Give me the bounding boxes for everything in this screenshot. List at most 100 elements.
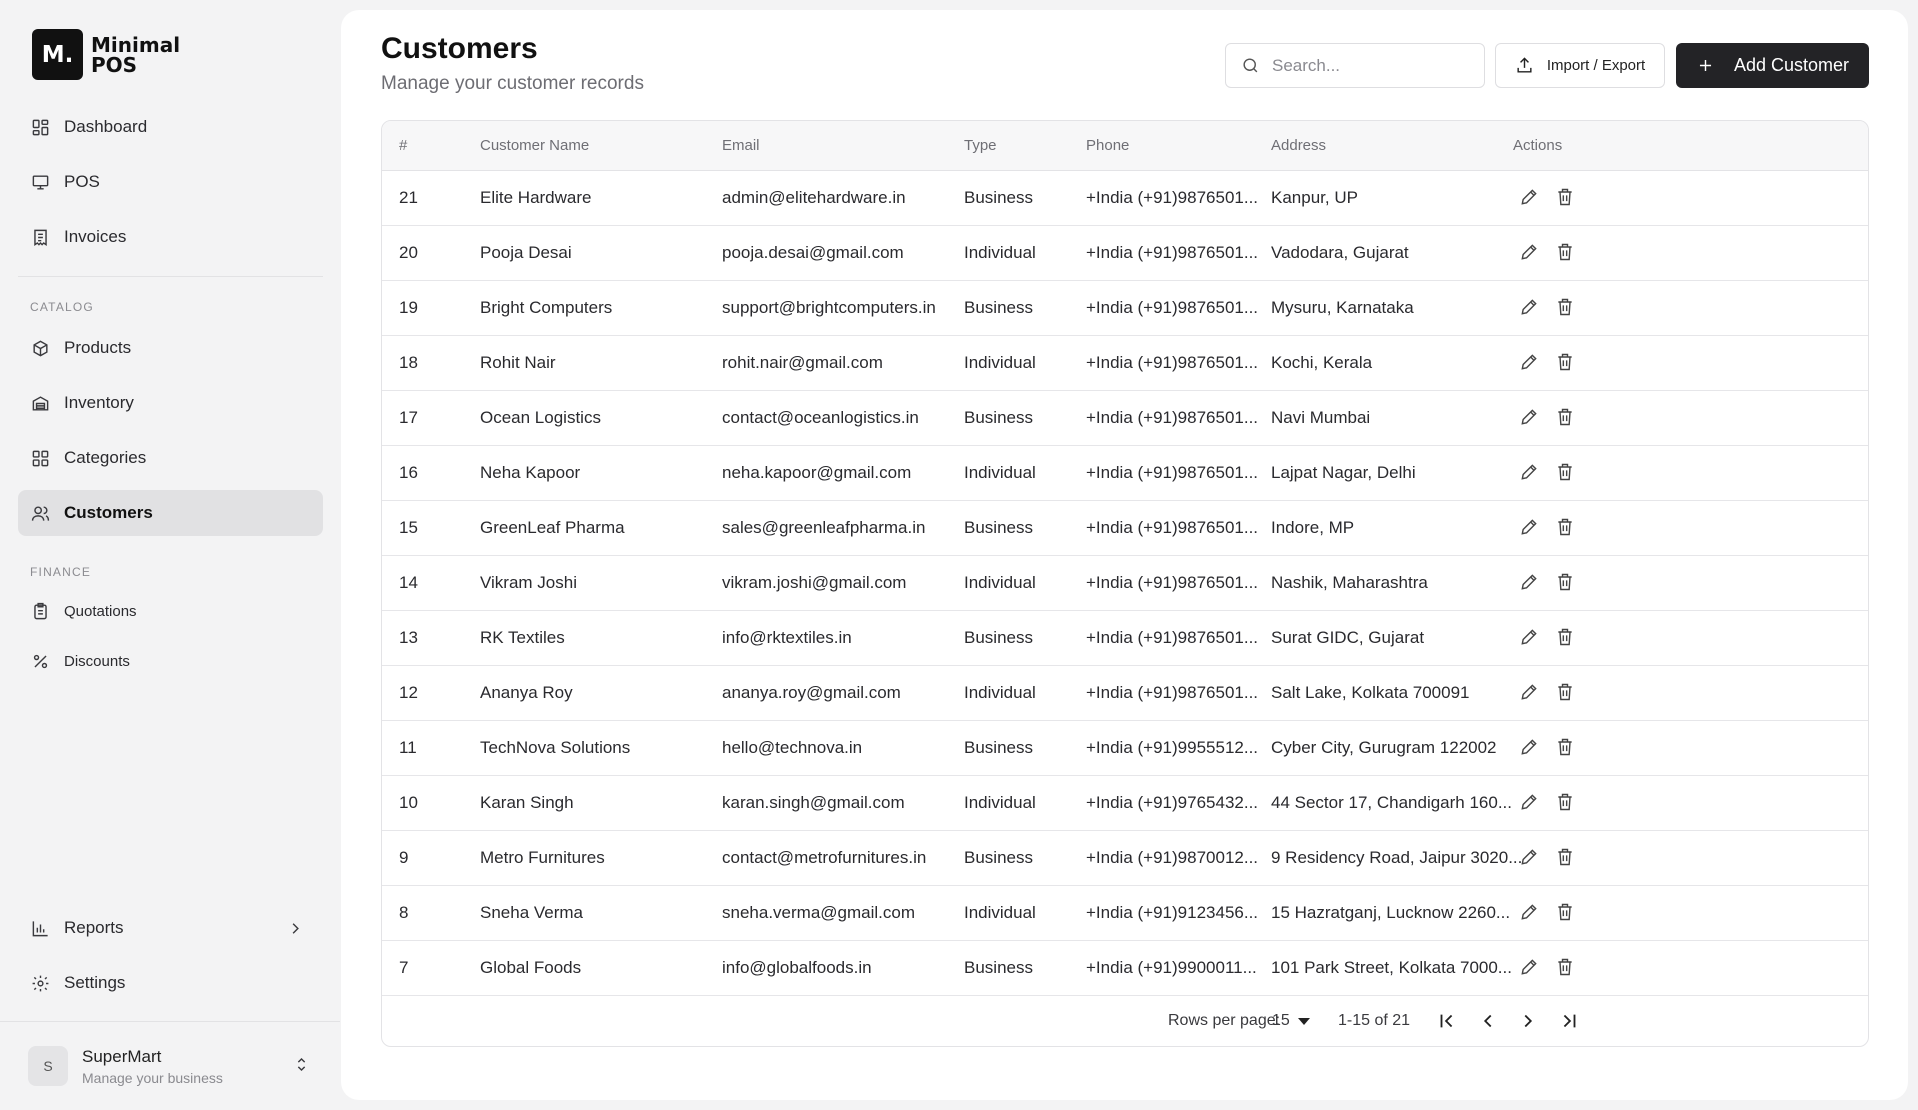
add-customer-button[interactable]: Add Customer [1676,43,1869,88]
sidebar-item-invoices[interactable]: Invoices [18,214,323,260]
pencil-icon [1521,354,1537,370]
delete-button[interactable] [1555,847,1577,869]
cell-id: 21 [399,188,418,207]
table-row[interactable]: 18 Rohit Nair rohit.nair@gmail.com Individu… [382,336,1868,391]
table-row[interactable]: 12 Ananya Roy ananya.roy@gmail.com Individu… [382,666,1868,721]
edit-button[interactable] [1519,682,1541,704]
cell-customer-name: Pooja Desai [480,243,572,262]
edit-button[interactable] [1519,462,1541,484]
delete-button[interactable] [1555,682,1577,704]
search-input[interactable] [1272,55,1462,76]
main-panel: Customers Manage your customer records I… [341,10,1908,1100]
delete-button[interactable] [1555,902,1577,924]
rows-per-page-select[interactable]: 15 [1272,1012,1310,1030]
cell-phone: +India (+91)9870012... [1086,848,1259,867]
delete-button[interactable] [1555,517,1577,539]
cell-email: neha.kapoor@gmail.com [722,463,912,482]
trash-icon [1558,958,1572,976]
delete-button[interactable] [1555,572,1577,594]
import-export-button[interactable]: Import / Export [1495,43,1665,88]
table-row[interactable]: 14 Vikram Joshi vikram.joshi@gmail.com Indi… [382,556,1868,611]
cell-id: 14 [399,573,418,592]
edit-button[interactable] [1519,187,1541,209]
table-row[interactable]: 21 Elite Hardware admin@elitehardware.in Bu… [382,171,1868,226]
trash-icon [1558,243,1572,261]
cell-type: Individual [964,243,1036,262]
cell-address: 44 Sector 17, Chandigarh 160... [1271,793,1512,812]
sidebar-item-label: Settings [64,973,126,992]
delete-button[interactable] [1555,737,1577,759]
edit-button[interactable] [1519,242,1541,264]
edit-button[interactable] [1519,737,1541,759]
user-subtitle: Manage your business [82,1069,223,1086]
cell-customer-name: Rohit Nair [480,353,556,372]
table-row[interactable]: 19 Bright Computers support@brightcomputer… [382,281,1868,336]
edit-button[interactable] [1519,957,1541,979]
edit-button[interactable] [1519,572,1541,594]
edit-button[interactable] [1519,792,1541,814]
sidebar-item-quotations[interactable]: Quotations [18,588,323,634]
cell-phone: +India (+91)9123456... [1086,903,1259,922]
user-switcher[interactable]: S SuperMart Manage your business [18,1030,323,1102]
cell-email: rohit.nair@gmail.com [722,353,883,372]
table-row[interactable]: 7 Global Foods info@globalfoods.in Business… [382,941,1868,996]
edit-button[interactable] [1519,352,1541,374]
table-row[interactable]: 13 RK Textiles info@rktextiles.in Business +… [382,611,1868,666]
delete-button[interactable] [1555,242,1577,264]
table-row[interactable]: 8 Sneha Verma sneha.verma@gmail.com Individ… [382,886,1868,941]
sidebar-item-products[interactable]: Products [18,325,323,371]
sidebar-item-inventory[interactable]: Inventory [18,380,323,426]
delete-button[interactable] [1555,462,1577,484]
edit-button[interactable] [1519,517,1541,539]
delete-button[interactable] [1555,627,1577,649]
sidebar-item-reports[interactable]: Reports [18,905,323,951]
first-page-button[interactable] [1436,1010,1460,1034]
avatar: S [28,1046,68,1086]
sidebar-item-customers[interactable]: Customers [18,490,323,536]
cell-type: Business [964,408,1033,427]
next-page-button[interactable] [1517,1010,1541,1034]
edit-button[interactable] [1519,297,1541,319]
sidebar-item-categories[interactable]: Categories [18,435,323,481]
sidebar-item-label: Categories [64,448,147,467]
trash-icon [1558,793,1572,811]
trash-icon [1558,738,1572,756]
table-row[interactable]: 10 Karan Singh karan.singh@gmail.com Indivi… [382,776,1868,831]
sidebar-item-settings[interactable]: Settings [18,960,323,1006]
cell-email: ananya.roy@gmail.com [722,683,901,702]
cell-phone: +India (+91)9876501... [1086,573,1259,592]
app-logo[interactable]: M. Minimal POS [32,29,180,80]
pencil-icon [1521,574,1537,590]
delete-button[interactable] [1555,792,1577,814]
table-row[interactable]: 16 Neha Kapoor neha.kapoor@gmail.com Indivi… [382,446,1868,501]
sidebar-item-discounts[interactable]: Discounts [18,638,323,684]
edit-button[interactable] [1519,407,1541,429]
delete-button[interactable] [1555,407,1577,429]
table-row[interactable]: 9 Metro Furnitures contact@metrofurnitures… [382,831,1868,886]
plus-icon [1696,56,1716,76]
cell-email: vikram.joshi@gmail.com [722,573,907,592]
sidebar-item-dashboard[interactable]: Dashboard [18,104,323,150]
edit-button[interactable] [1519,627,1541,649]
cell-phone: +India (+91)9876501... [1086,188,1259,207]
search-box[interactable] [1225,43,1485,88]
edit-button[interactable] [1519,847,1541,869]
edit-button[interactable] [1519,902,1541,924]
prev-page-button[interactable] [1477,1010,1501,1034]
table-row[interactable]: 20 Pooja Desai pooja.desai@gmail.com Indivi… [382,226,1868,281]
last-page-button[interactable] [1558,1010,1582,1034]
table-row[interactable]: 15 GreenLeaf Pharma sales@greenleafpharma.… [382,501,1868,556]
trash-icon [1558,188,1572,206]
delete-button[interactable] [1555,352,1577,374]
pencil-icon [1521,299,1537,315]
table-row[interactable]: 17 Ocean Logistics contact@oceanlogistics.… [382,391,1868,446]
sidebar-item-pos[interactable]: POS [18,159,323,205]
delete-button[interactable] [1555,187,1577,209]
pencil-icon [1521,904,1537,920]
pencil-icon [1521,684,1537,700]
sidebar-item-label: Discounts [64,652,130,670]
cell-phone: +India (+91)9876501... [1086,628,1259,647]
delete-button[interactable] [1555,297,1577,319]
table-row[interactable]: 11 TechNova Solutions hello@technova.in Bus… [382,721,1868,776]
delete-button[interactable] [1555,957,1577,979]
